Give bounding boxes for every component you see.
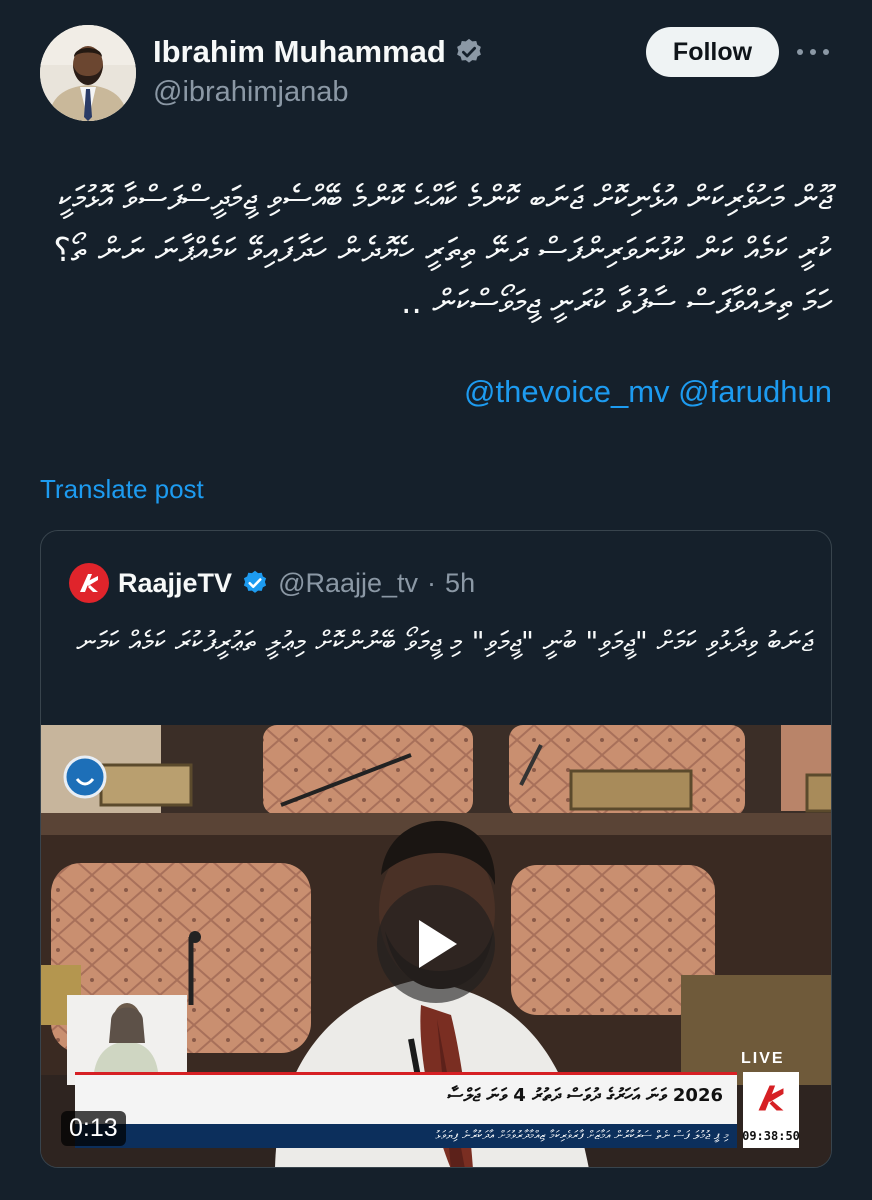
raajjetv-logo-icon [69, 563, 109, 603]
follow-button[interactable]: Follow [646, 27, 779, 77]
verified-badge-icon [243, 570, 267, 593]
video-duration: 0:13 [61, 1111, 126, 1146]
avatar-image [40, 25, 136, 121]
play-button[interactable] [377, 885, 495, 1003]
author-avatar[interactable] [40, 25, 136, 121]
quoted-post[interactable]: RaajjeTV @Raajje_tv · 5h ޖަނަބު ވިދާޅުވި… [40, 530, 832, 1168]
quoted-post-text: ޖަނަބު ވިދާޅުވި ކަމަށް "ޖީމަވި" ބުނީ "ޖީ… [76, 625, 813, 658]
translate-post-link[interactable]: Translate post [40, 474, 204, 505]
author-name[interactable]: Ibrahim Muhammad [153, 34, 446, 70]
quoted-post-header: RaajjeTV @Raajje_tv · 5h [69, 563, 475, 603]
separator-dot: · [427, 567, 437, 598]
verified-badge-icon [456, 38, 481, 63]
author-handle[interactable]: @ibrahimjanab [153, 76, 348, 109]
ticker-clock: 09:38:50 [742, 1124, 800, 1148]
more-horizontal-icon[interactable] [797, 40, 829, 64]
video-player[interactable]: LIVE 2026 ވަނަ އަހަރުގެ ދުވަސް ދަތުރު 4 … [41, 725, 831, 1167]
ticker-crawl: މި ޕީ ޖުމުލަ ފަސް ނެތް ސަރުކާރުން އަމާޒަ… [75, 1124, 737, 1148]
author-name-row[interactable]: Ibrahim Muhammad [153, 34, 484, 70]
news-ticker: 2026 ވަނަ އަހަރުގެ ދުވަސް ދަތުރު 4 ވަނަ … [75, 1072, 831, 1162]
post-detail: Ibrahim Muhammad @ibrahimjanab Follow ޖޫ… [0, 0, 872, 1200]
channel-logo-icon [743, 1072, 799, 1124]
live-label: LIVE [741, 1050, 785, 1067]
quoted-author-name[interactable]: RaajjeTV [118, 568, 232, 599]
post-text: ޖޫން މަހުވެރިކަން އުޅެނިކޮށް ޖަނަބ ކޮންމ… [53, 178, 832, 321]
quoted-post-time[interactable]: 5h [445, 568, 475, 599]
quoted-author-handle[interactable]: @Raajje_tv [278, 568, 418, 599]
post-mentions[interactable]: @thevoice_mv @farudhun [40, 374, 832, 410]
ticker-headline: 2026 ވަނަ އަހަރުގެ ދުވަސް ދަތުރު 4 ވަނަ … [75, 1072, 737, 1124]
play-icon [419, 920, 457, 968]
